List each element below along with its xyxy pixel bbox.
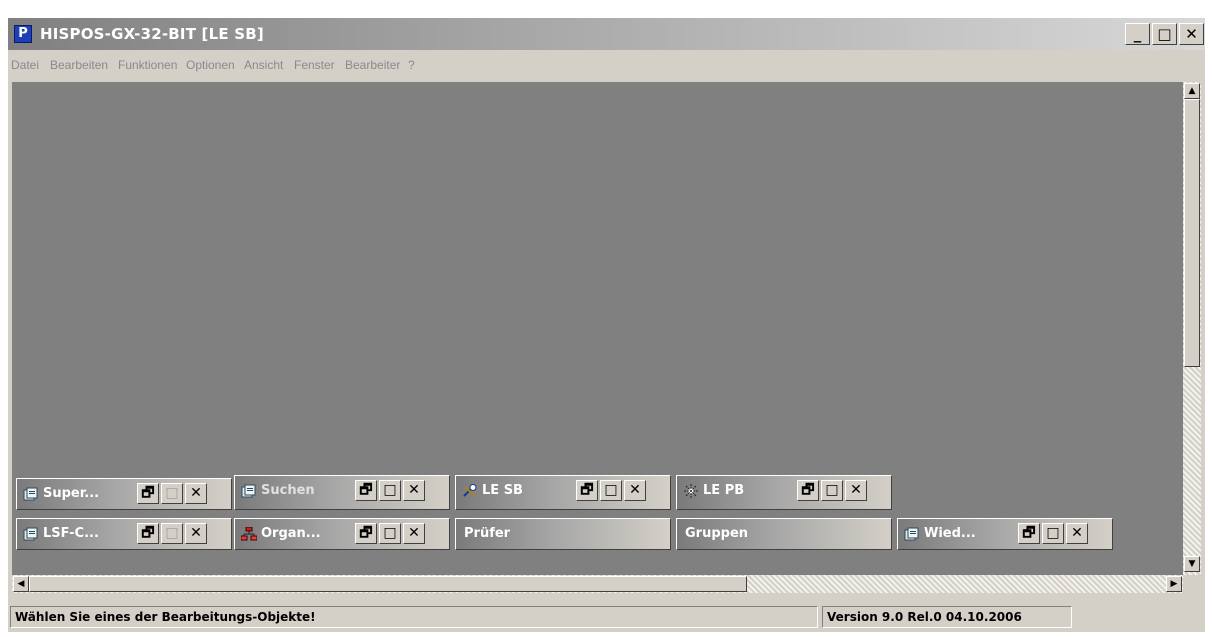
minimized-window-title: Organ...: [261, 526, 321, 541]
scroll-up-button[interactable]: ▲: [1184, 83, 1200, 99]
scroll-left-button[interactable]: ◀: [13, 576, 29, 592]
horizontal-scrollbar[interactable]: ◀ ▶: [12, 575, 1183, 593]
maximize-button[interactable]: □: [1042, 523, 1064, 544]
close-button[interactable]: ✕: [845, 480, 867, 501]
document-stack-icon: [241, 484, 256, 498]
scroll-down-button[interactable]: ▼: [1184, 556, 1200, 572]
menu-optionen[interactable]: Optionen: [186, 57, 235, 73]
close-button[interactable]: ✕: [624, 480, 646, 501]
window-title: HISPOS-GX-32-BIT [LE SB]: [40, 25, 264, 43]
status-message: Wählen Sie eines der Bearbeitungs-Objekt…: [10, 606, 818, 628]
organization-chart-icon: [241, 527, 257, 541]
mdi-client-area: Super... 🗗 □ ✕ Suchen 🗗 □ ✕ LE SB 🗗 □ ✕ …: [12, 82, 1183, 575]
menu-ansicht[interactable]: Ansicht: [244, 57, 283, 73]
minimized-window-title: Super...: [43, 486, 100, 501]
horizontal-scroll-thumb[interactable]: [29, 576, 747, 592]
menu-datei[interactable]: Datei: [11, 57, 39, 73]
close-button[interactable]: ✕: [1066, 523, 1088, 544]
minimized-window-lsf-c[interactable]: LSF-C... 🗗 □ ✕: [16, 518, 232, 550]
maximize-button[interactable]: □: [379, 480, 401, 501]
menu-bar: Datei Bearbeiten Funktionen Optionen Ans…: [8, 52, 1205, 78]
maximize-button[interactable]: □: [161, 483, 183, 504]
maximize-button[interactable]: □: [821, 480, 843, 501]
close-button[interactable]: ✕: [185, 523, 207, 544]
minimized-window-pruefer[interactable]: Prüfer: [455, 518, 671, 550]
minimized-window-title: Wied...: [924, 526, 976, 541]
close-button[interactable]: ✕: [185, 483, 207, 504]
scroll-right-button[interactable]: ▶: [1166, 576, 1182, 592]
minimized-window-title: Gruppen: [685, 526, 749, 541]
menu-bearbeiter[interactable]: Bearbeiter: [345, 57, 400, 73]
minimized-window-le-sb[interactable]: LE SB 🗗 □ ✕: [455, 475, 671, 510]
maximize-button[interactable]: □: [379, 523, 401, 544]
title-bar[interactable]: P HISPOS-GX-32-BIT [LE SB] _ □ ✕: [8, 18, 1205, 50]
vertical-scroll-thumb[interactable]: [1184, 99, 1200, 367]
main-window: P HISPOS-GX-32-BIT [LE SB] _ □ ✕ Datei B…: [8, 18, 1205, 632]
close-button[interactable]: ✕: [403, 480, 425, 501]
minimized-window-suchen[interactable]: Suchen 🗗 □ ✕: [234, 475, 450, 510]
menu-fenster[interactable]: Fenster: [294, 57, 335, 73]
menu-help[interactable]: ?: [408, 57, 415, 73]
restore-button[interactable]: 🗗: [355, 523, 377, 544]
restore-button[interactable]: 🗗: [137, 483, 159, 504]
document-stack-icon: [23, 527, 38, 541]
tools-wrench-icon: [463, 484, 477, 497]
maximize-button[interactable]: □: [600, 480, 622, 501]
vertical-scrollbar[interactable]: ▲ ▼: [1183, 82, 1201, 588]
maximize-button[interactable]: □: [1152, 23, 1177, 45]
minimized-window-title: LE PB: [703, 483, 745, 498]
minimized-window-wied[interactable]: Wied... 🗗 □ ✕: [897, 518, 1113, 550]
minimized-window-super[interactable]: Super... 🗗 □ ✕: [16, 478, 232, 510]
restore-button[interactable]: 🗗: [797, 480, 819, 501]
minimized-window-title: Suchen: [261, 483, 315, 498]
restore-button[interactable]: 🗗: [137, 523, 159, 544]
minimized-window-le-pb[interactable]: LE PB 🗗 □ ✕: [676, 475, 892, 510]
document-stack-icon: [23, 487, 38, 501]
minimized-window-organ[interactable]: Organ... 🗗 □ ✕: [234, 518, 450, 550]
maximize-button[interactable]: □: [161, 523, 183, 544]
minimized-window-title: LSF-C...: [43, 526, 99, 541]
scrollbar-corner: [1183, 575, 1201, 593]
menu-bearbeiten[interactable]: Bearbeiten: [50, 57, 108, 73]
document-stack-icon: [904, 527, 919, 541]
minimized-window-title: LE SB: [482, 483, 523, 498]
restore-button[interactable]: 🗗: [576, 480, 598, 501]
close-button[interactable]: ✕: [1179, 23, 1204, 45]
minimized-window-gruppen[interactable]: Gruppen: [676, 518, 892, 550]
minimize-button[interactable]: _: [1125, 23, 1150, 45]
restore-button[interactable]: 🗗: [355, 480, 377, 501]
minimized-window-title: Prüfer: [464, 526, 511, 541]
restore-button[interactable]: 🗗: [1018, 523, 1040, 544]
close-button[interactable]: ✕: [403, 523, 425, 544]
status-version: Version 9.0 Rel.0 04.10.2006: [822, 606, 1072, 628]
app-icon[interactable]: P: [14, 25, 32, 43]
menu-funktionen[interactable]: Funktionen: [118, 57, 177, 73]
status-bar: Wählen Sie eines der Bearbeitungs-Objekt…: [8, 606, 1205, 630]
sparkle-icon: [684, 484, 698, 498]
